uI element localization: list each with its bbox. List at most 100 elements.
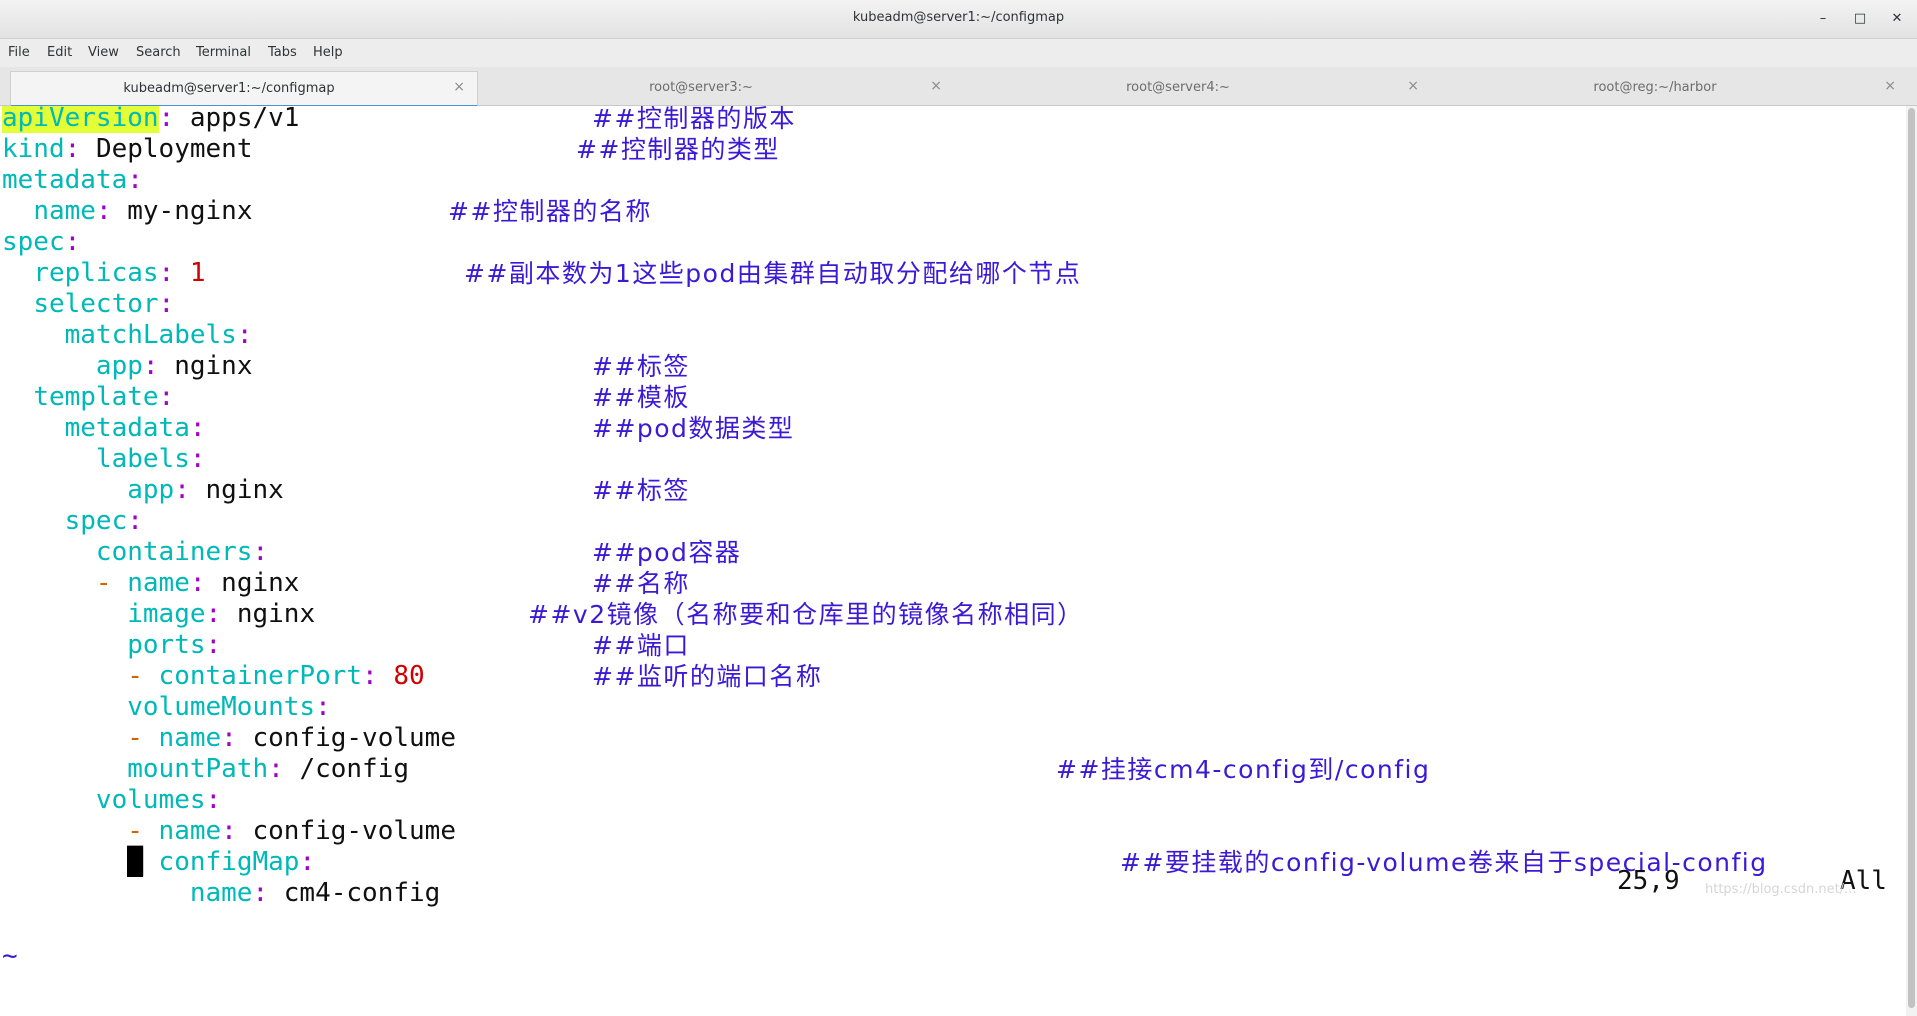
yaml-key: kind — [2, 134, 65, 164]
tab-label: kubeadm@server1:~/configmap — [123, 81, 335, 96]
code-line: - containerPort: 80 — [127, 661, 425, 691]
yaml-comment: ##v2镜像（名称要和仓库里的镜像名称相同） — [528, 600, 1084, 629]
code-line: name: my-nginx — [33, 196, 253, 226]
code-line: spec: — [64, 506, 143, 536]
tab-close-icon[interactable]: × — [930, 78, 942, 94]
yaml-key: image — [127, 599, 206, 629]
code-line: app: nginx — [95, 351, 253, 381]
tab-close-icon[interactable]: × — [1884, 78, 1896, 94]
close-window-button[interactable]: ✕ — [1886, 8, 1908, 30]
yaml-comment: ##挂接cm4-config到/config — [1056, 755, 1431, 784]
tab-server3[interactable]: root@server3:~ × — [478, 71, 954, 104]
tab-label: root@server3:~ — [649, 80, 753, 95]
yaml-value: /config — [299, 754, 410, 784]
menu-bar: File Edit View Search Terminal Tabs Help — [0, 39, 1917, 67]
code-line: mountPath: /config — [127, 754, 410, 784]
yaml-key: configMap — [158, 847, 300, 877]
tab-server4[interactable]: root@server4:~ × — [955, 71, 1431, 104]
yaml-key: spec — [64, 506, 128, 536]
code-line: app: nginx — [127, 475, 284, 505]
code-line: replicas: 1 — [33, 258, 206, 288]
maximize-button[interactable]: □ — [1849, 8, 1871, 30]
tab-server1[interactable]: kubeadm@server1:~/configmap × — [10, 71, 478, 108]
yaml-key: mountPath — [127, 754, 269, 784]
text-cursor: █ — [127, 847, 143, 877]
code-line: spec: — [2, 227, 81, 257]
menu-edit[interactable]: Edit — [47, 45, 72, 60]
watermark: https://blog.csdn.net/... — [1705, 882, 1857, 897]
yaml-key: containerPort — [158, 661, 363, 691]
yaml-key: app — [127, 475, 175, 505]
code-line: - name: config-volume — [127, 816, 456, 846]
code-line: template: — [33, 382, 175, 412]
menu-terminal[interactable]: Terminal — [196, 45, 251, 60]
code-line: image: nginx — [127, 599, 316, 629]
yaml-value: nginx — [205, 475, 284, 505]
yaml-value: nginx — [174, 351, 253, 381]
code-line: labels: — [95, 444, 206, 474]
scrollbar-thumb[interactable] — [1908, 108, 1915, 1008]
menu-view[interactable]: View — [88, 45, 119, 60]
yaml-key: name — [158, 723, 222, 753]
yaml-value: 80 — [393, 661, 425, 691]
yaml-key: volumes — [95, 785, 206, 815]
yaml-comment: ##标签 — [592, 352, 690, 381]
yaml-key: metadata — [2, 165, 128, 195]
tab-label: root@server4:~ — [1126, 80, 1230, 95]
yaml-key: replicas — [33, 258, 159, 288]
yaml-comment: ##控制器的版本 — [592, 106, 796, 133]
tab-label: root@reg:~/harbor — [1593, 80, 1717, 95]
yaml-value: config-volume — [252, 816, 456, 846]
yaml-comment: ##模板 — [592, 383, 690, 412]
yaml-key: name — [127, 568, 190, 598]
yaml-key: containers — [95, 537, 253, 567]
menu-help[interactable]: Help — [313, 45, 343, 60]
yaml-comment: ##端口 — [592, 631, 690, 660]
tab-close-icon[interactable]: × — [453, 79, 465, 95]
yaml-comment: ##名称 — [592, 569, 690, 598]
code-line: name: cm4-config — [189, 878, 441, 908]
scrollbar[interactable] — [1906, 106, 1917, 1016]
yaml-key: name — [189, 878, 253, 908]
code-line: selector: — [33, 289, 175, 319]
code-line: - name: config-volume — [127, 723, 456, 753]
code-line: volumes: — [95, 785, 222, 815]
yaml-comment: ##副本数为1这些pod由集群自动取分配给哪个节点 — [464, 259, 1082, 288]
yaml-value: my-nginx — [127, 196, 253, 226]
empty-line-marker: ~ — [2, 941, 18, 971]
yaml-key: selector — [33, 289, 159, 319]
menu-tabs[interactable]: Tabs — [268, 45, 297, 60]
yaml-key: volumeMounts — [127, 692, 316, 722]
code-line: volumeMounts: — [127, 692, 331, 722]
yaml-comment: ##监听的端口名称 — [592, 662, 823, 691]
code-line: containers: — [95, 537, 269, 567]
yaml-value: nginx — [236, 599, 316, 629]
yaml-key: matchLabels — [64, 320, 237, 350]
yaml-key: app — [95, 351, 143, 381]
code-line: matchLabels: — [64, 320, 253, 350]
minimize-button[interactable]: – — [1812, 8, 1834, 30]
yaml-key: template — [33, 382, 159, 412]
tab-close-icon[interactable]: × — [1407, 78, 1419, 94]
yaml-value: 1 — [189, 258, 206, 288]
yaml-value: cm4-config — [283, 878, 441, 908]
code-line: kind: Deployment — [2, 134, 253, 164]
menu-search[interactable]: Search — [136, 45, 181, 60]
yaml-value: apps/v1 — [189, 106, 300, 133]
yaml-value: config-volume — [252, 723, 456, 753]
menu-file[interactable]: File — [8, 45, 30, 60]
yaml-value: Deployment — [95, 134, 253, 164]
yaml-key: name — [158, 816, 222, 846]
yaml-comment: ##标签 — [592, 476, 690, 505]
code-line: ports: — [127, 630, 222, 660]
tab-reg-harbor[interactable]: root@reg:~/harbor × — [1432, 71, 1908, 104]
yaml-comment: ##pod数据类型 — [592, 414, 795, 443]
window-title: kubeadm@server1:~/configmap — [852, 10, 1065, 25]
yaml-key: labels — [95, 444, 190, 474]
tab-bar: kubeadm@server1:~/configmap × root@serve… — [0, 67, 1917, 108]
code-line: █ configMap: — [127, 847, 316, 877]
yaml-key: spec — [2, 227, 65, 257]
yaml-comment: ##控制器的名称 — [448, 197, 652, 226]
yaml-comment: ##pod容器 — [592, 538, 742, 567]
yaml-key: apiVersion — [2, 106, 159, 133]
